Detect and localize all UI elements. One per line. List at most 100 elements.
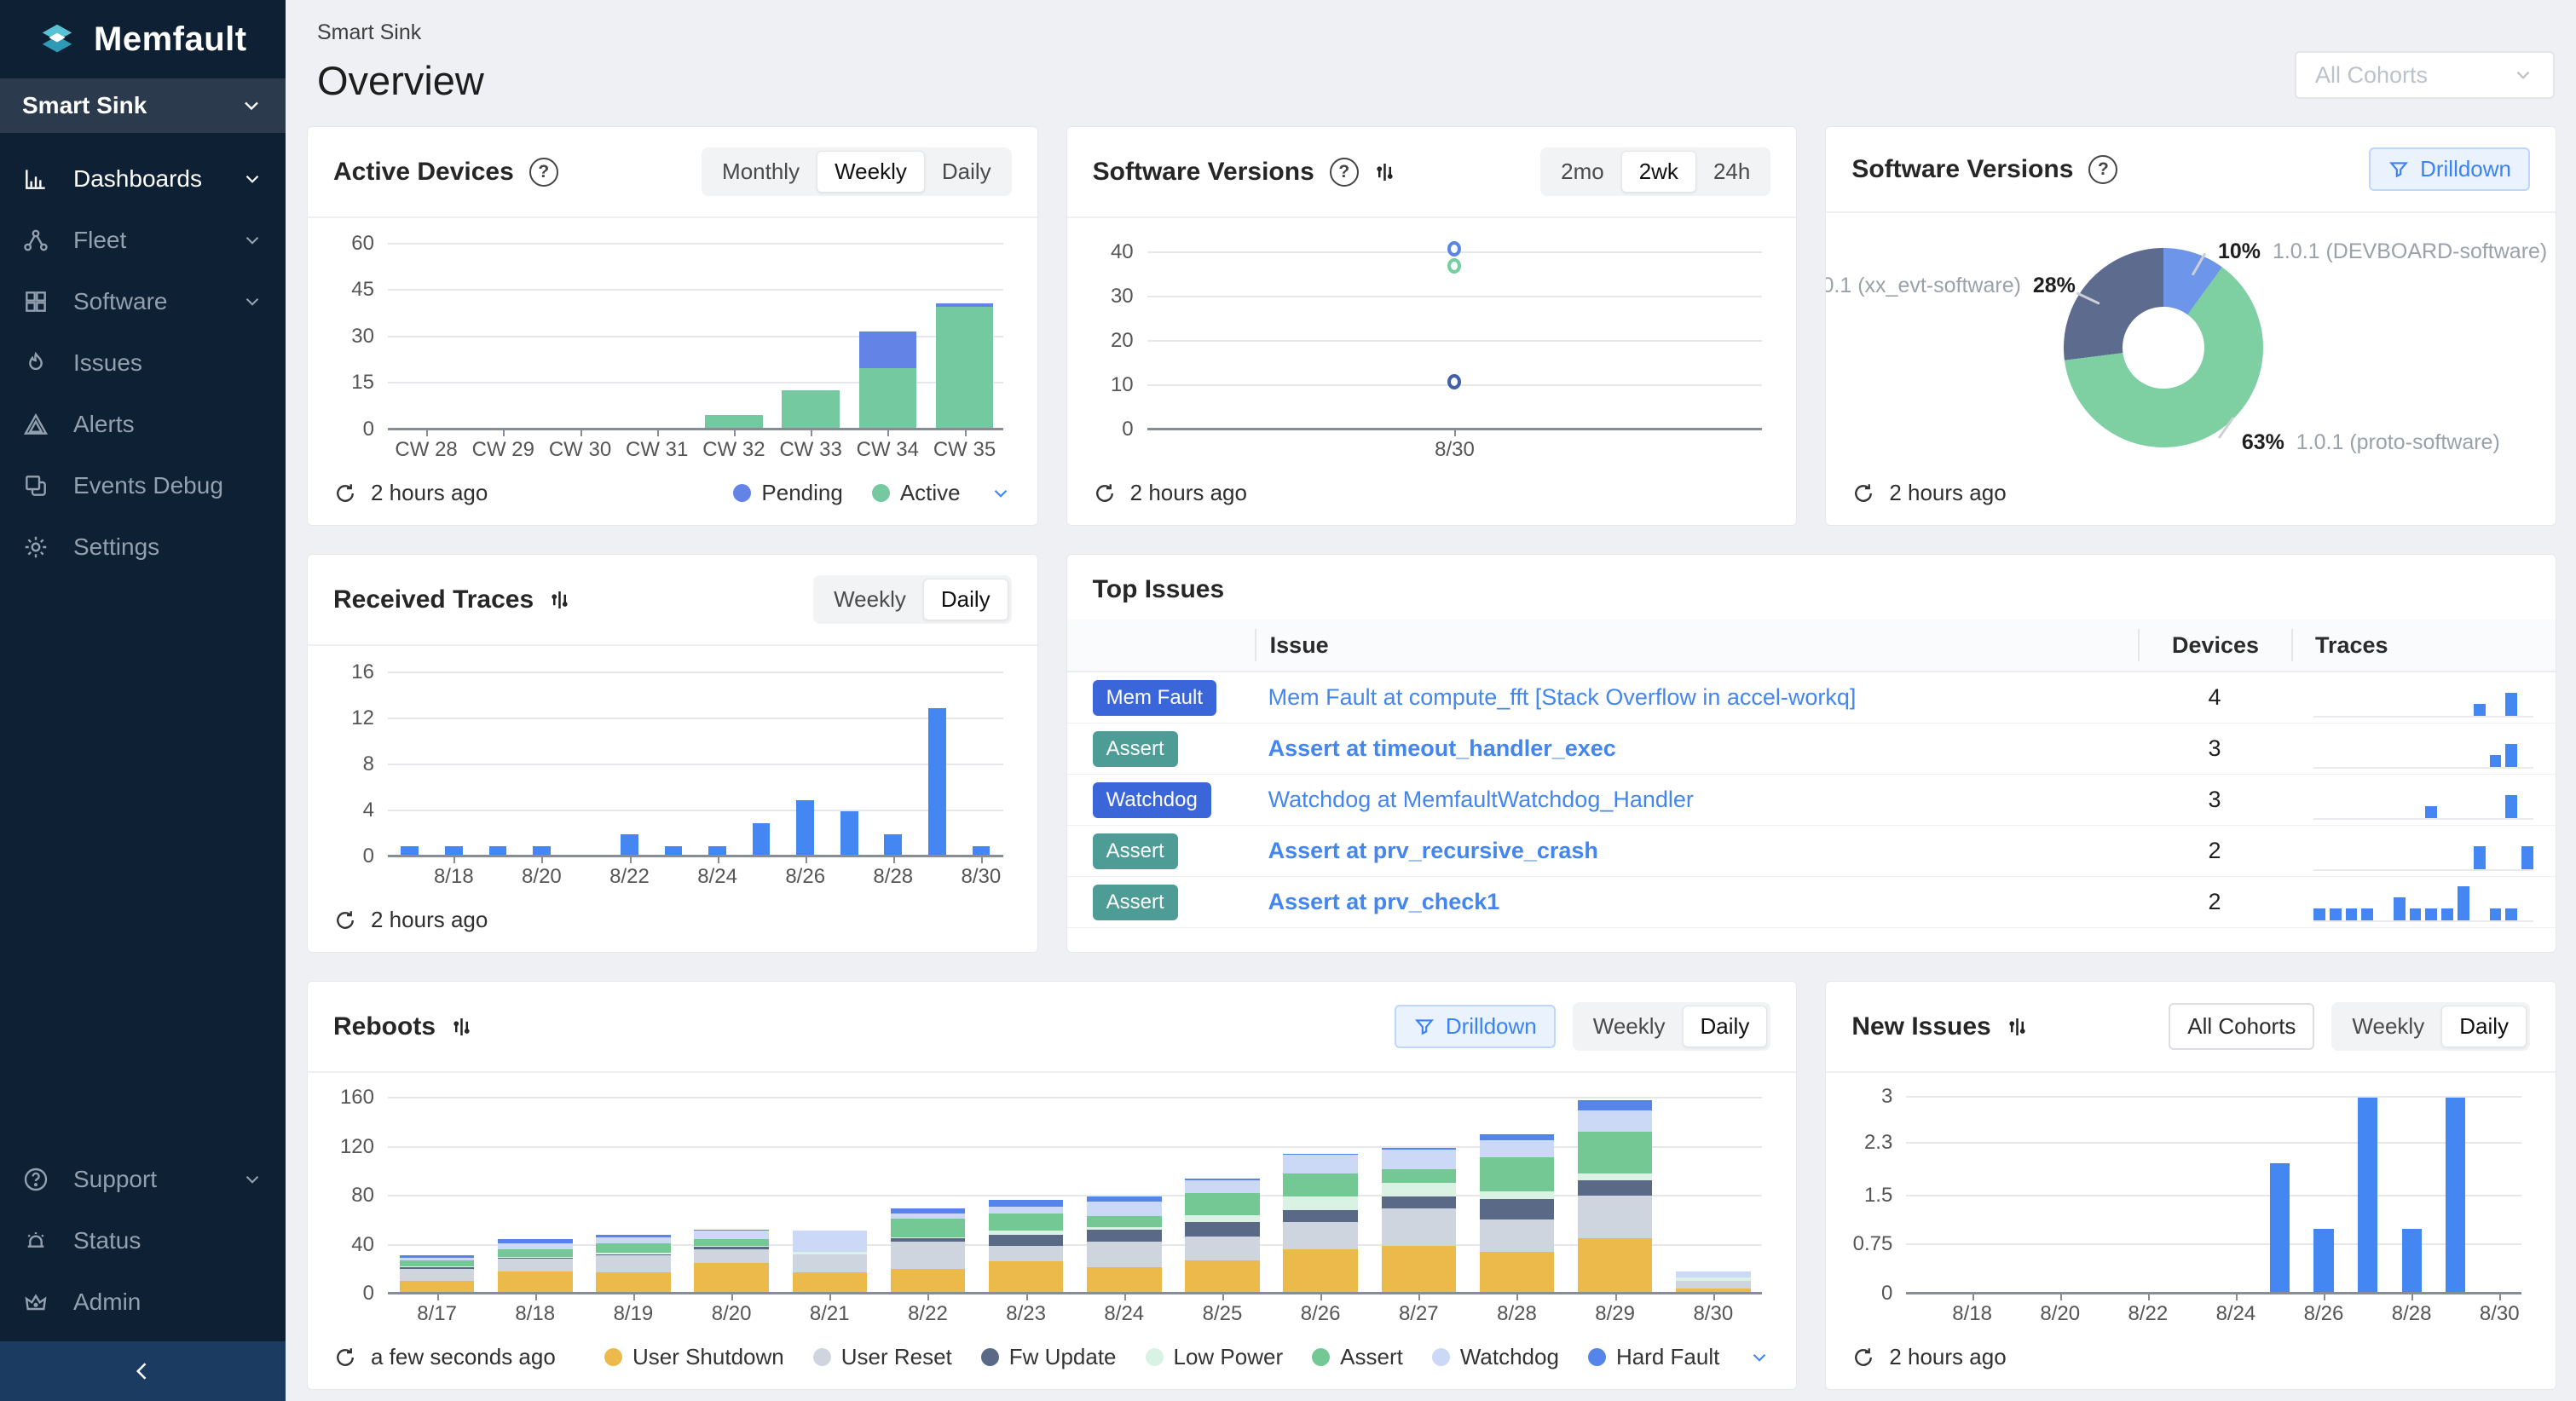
column-devices[interactable]: Devices	[2138, 629, 2291, 661]
card-title: Software Versions	[1093, 158, 1314, 187]
sidebar-item-settings[interactable]: Settings	[0, 516, 286, 578]
issue-type-badge: Mem Fault	[1093, 680, 1216, 716]
active-devices-legend: Pending Active	[733, 480, 1011, 506]
help-icon[interactable]: ?	[529, 158, 558, 187]
chevron-down-icon	[241, 1168, 263, 1191]
reboots-legend: User Shutdown User Reset Fw Update Low P…	[604, 1344, 1770, 1370]
project-name: Smart Sink	[22, 92, 147, 119]
top-issues-header-row: Issue Devices Traces	[1067, 620, 2556, 672]
toggle-daily[interactable]: Daily	[2441, 1006, 2527, 1047]
cohort-filter-select[interactable]: All Cohorts	[2295, 51, 2555, 99]
reboots-range-toggle: Weekly Daily	[1573, 1002, 1771, 1051]
page-header: Smart Sink Overview All Cohorts	[307, 0, 2556, 126]
toggle-weekly[interactable]: Weekly	[2335, 1006, 2441, 1046]
issue-link[interactable]: Mem Fault at compute_fft [Stack Overflow…	[1268, 684, 1857, 710]
refresh-icon[interactable]	[1093, 481, 1117, 505]
sidebar-item-admin[interactable]: Admin	[0, 1271, 286, 1333]
sidebar-item-status[interactable]: Status	[0, 1210, 286, 1271]
legend-item-fw-update[interactable]: Fw Update	[981, 1344, 1117, 1370]
new-issues-chart: 00.751.52.33 8/188/208/228/248/268/288/3…	[1851, 1090, 2530, 1334]
toggle-daily[interactable]: Daily	[1683, 1006, 1768, 1047]
legend-item-active[interactable]: Active	[872, 480, 961, 506]
sidebar-item-label: Admin	[73, 1289, 141, 1316]
legend-item-watchdog[interactable]: Watchdog	[1432, 1344, 1559, 1370]
funnel-icon	[2388, 159, 2410, 181]
candlestick-icon[interactable]	[2007, 1014, 2032, 1040]
legend-expand-icon[interactable]	[990, 482, 1012, 504]
sidebar-item-label: Software	[73, 288, 168, 315]
drilldown-button[interactable]: Drilldown	[1395, 1005, 1556, 1048]
column-traces[interactable]: Traces	[2291, 629, 2556, 661]
legend-expand-icon[interactable]	[1748, 1346, 1770, 1369]
toggle-daily[interactable]: Daily	[923, 579, 1008, 620]
candlestick-icon[interactable]	[451, 1014, 477, 1040]
refresh-icon[interactable]	[1851, 1346, 1875, 1369]
question-circle-icon	[22, 1166, 49, 1193]
table-row[interactable]: Assert Assert at prv_check1 2	[1067, 877, 2556, 928]
issue-link[interactable]: Watchdog at MemfaultWatchdog_Handler	[1268, 787, 1694, 812]
updated-text: 2 hours ago	[371, 907, 488, 933]
issue-link[interactable]: Assert at prv_check1	[1268, 889, 1500, 914]
received-traces-card: Received Traces Weekly Daily 0481216 8/1…	[307, 554, 1038, 953]
table-row[interactable]: Watchdog Watchdog at MemfaultWatchdog_Ha…	[1067, 775, 2556, 826]
table-row[interactable]: Assert Assert at timeout_handler_exec 3	[1067, 724, 2556, 775]
sidebar-item-dashboards[interactable]: Dashboards	[0, 148, 286, 210]
sidebar-item-fleet[interactable]: Fleet	[0, 210, 286, 271]
chevron-down-icon	[241, 229, 263, 251]
toggle-24h[interactable]: 24h	[1696, 152, 1767, 192]
traces-sparkline	[2313, 832, 2533, 871]
refresh-icon[interactable]	[333, 908, 357, 932]
devices-count: 3	[2208, 787, 2221, 812]
sidebar-item-label: Support	[73, 1166, 157, 1193]
toggle-weekly[interactable]: Weekly	[817, 151, 925, 193]
legend-item-hard-fault[interactable]: Hard Fault	[1588, 1344, 1719, 1370]
toggle-weekly[interactable]: Weekly	[817, 579, 923, 620]
legend-item-pending[interactable]: Pending	[733, 480, 842, 506]
sidebar-collapse-button[interactable]	[0, 1341, 286, 1401]
new-issues-range-toggle: Weekly Daily	[2331, 1002, 2530, 1051]
bar-chart-icon	[22, 165, 49, 193]
table-row[interactable]: Assert Assert at prv_recursive_crash 2	[1067, 826, 2556, 877]
toggle-daily[interactable]: Daily	[925, 152, 1008, 192]
active-devices-range-toggle: Monthly Weekly Daily	[702, 147, 1012, 196]
toggle-weekly[interactable]: Weekly	[1576, 1006, 1683, 1046]
sidebar-nav: Dashboards Fleet Software	[0, 133, 286, 1341]
toggle-2wk[interactable]: 2wk	[1621, 151, 1696, 193]
legend-item-user-shutdown[interactable]: User Shutdown	[604, 1344, 784, 1370]
gear-icon	[22, 533, 49, 561]
donut-label-devboard: 10% 1.0.1 (DEVBOARD-software)	[2218, 239, 2547, 264]
issue-type-badge: Watchdog	[1093, 782, 1211, 818]
legend-item-assert[interactable]: Assert	[1312, 1344, 1403, 1370]
card-title: Reboots	[333, 1012, 436, 1041]
sidebar-item-alerts[interactable]: Alerts	[0, 394, 286, 455]
drilldown-button[interactable]: Drilldown	[2369, 147, 2530, 191]
legend-item-user-reset[interactable]: User Reset	[813, 1344, 952, 1370]
toggle-2mo[interactable]: 2mo	[1544, 152, 1621, 192]
main-content: Smart Sink Overview All Cohorts Active D…	[286, 0, 2576, 1401]
all-cohorts-button[interactable]: All Cohorts	[2169, 1003, 2314, 1050]
cohort-filter-placeholder: All Cohorts	[2315, 62, 2428, 89]
help-icon[interactable]: ?	[1330, 158, 1359, 187]
help-icon[interactable]: ?	[2088, 155, 2117, 184]
sidebar-item-events-debug[interactable]: Events Debug	[0, 455, 286, 516]
memfault-logo[interactable]: Memfault	[0, 0, 286, 78]
sidebar-item-software[interactable]: Software	[0, 271, 286, 332]
sidebar-item-support[interactable]: Support	[0, 1149, 286, 1210]
project-selector[interactable]: Smart Sink	[0, 78, 286, 133]
issue-link[interactable]: Assert at prv_recursive_crash	[1268, 838, 1598, 863]
refresh-icon[interactable]	[333, 1346, 357, 1369]
software-versions-donut-chart: 10% 1.0.1 (DEVBOARD-software) 1.0.1 (xx_…	[1851, 230, 2530, 470]
candlestick-icon[interactable]	[1374, 159, 1400, 185]
updated-text: 2 hours ago	[371, 480, 488, 506]
issue-link[interactable]: Assert at timeout_handler_exec	[1268, 735, 1616, 761]
column-issue[interactable]: Issue	[1255, 629, 2138, 661]
table-row[interactable]: Mem Fault Mem Fault at compute_fft [Stac…	[1067, 672, 2556, 724]
legend-item-low-power[interactable]: Low Power	[1146, 1344, 1284, 1370]
refresh-icon[interactable]	[333, 481, 357, 505]
toggle-monthly[interactable]: Monthly	[705, 152, 817, 192]
grid-icon	[22, 288, 49, 315]
sidebar-item-issues[interactable]: Issues	[0, 332, 286, 394]
traces-sparkline	[2313, 781, 2533, 820]
refresh-icon[interactable]	[1851, 481, 1875, 505]
candlestick-icon[interactable]	[549, 587, 575, 613]
